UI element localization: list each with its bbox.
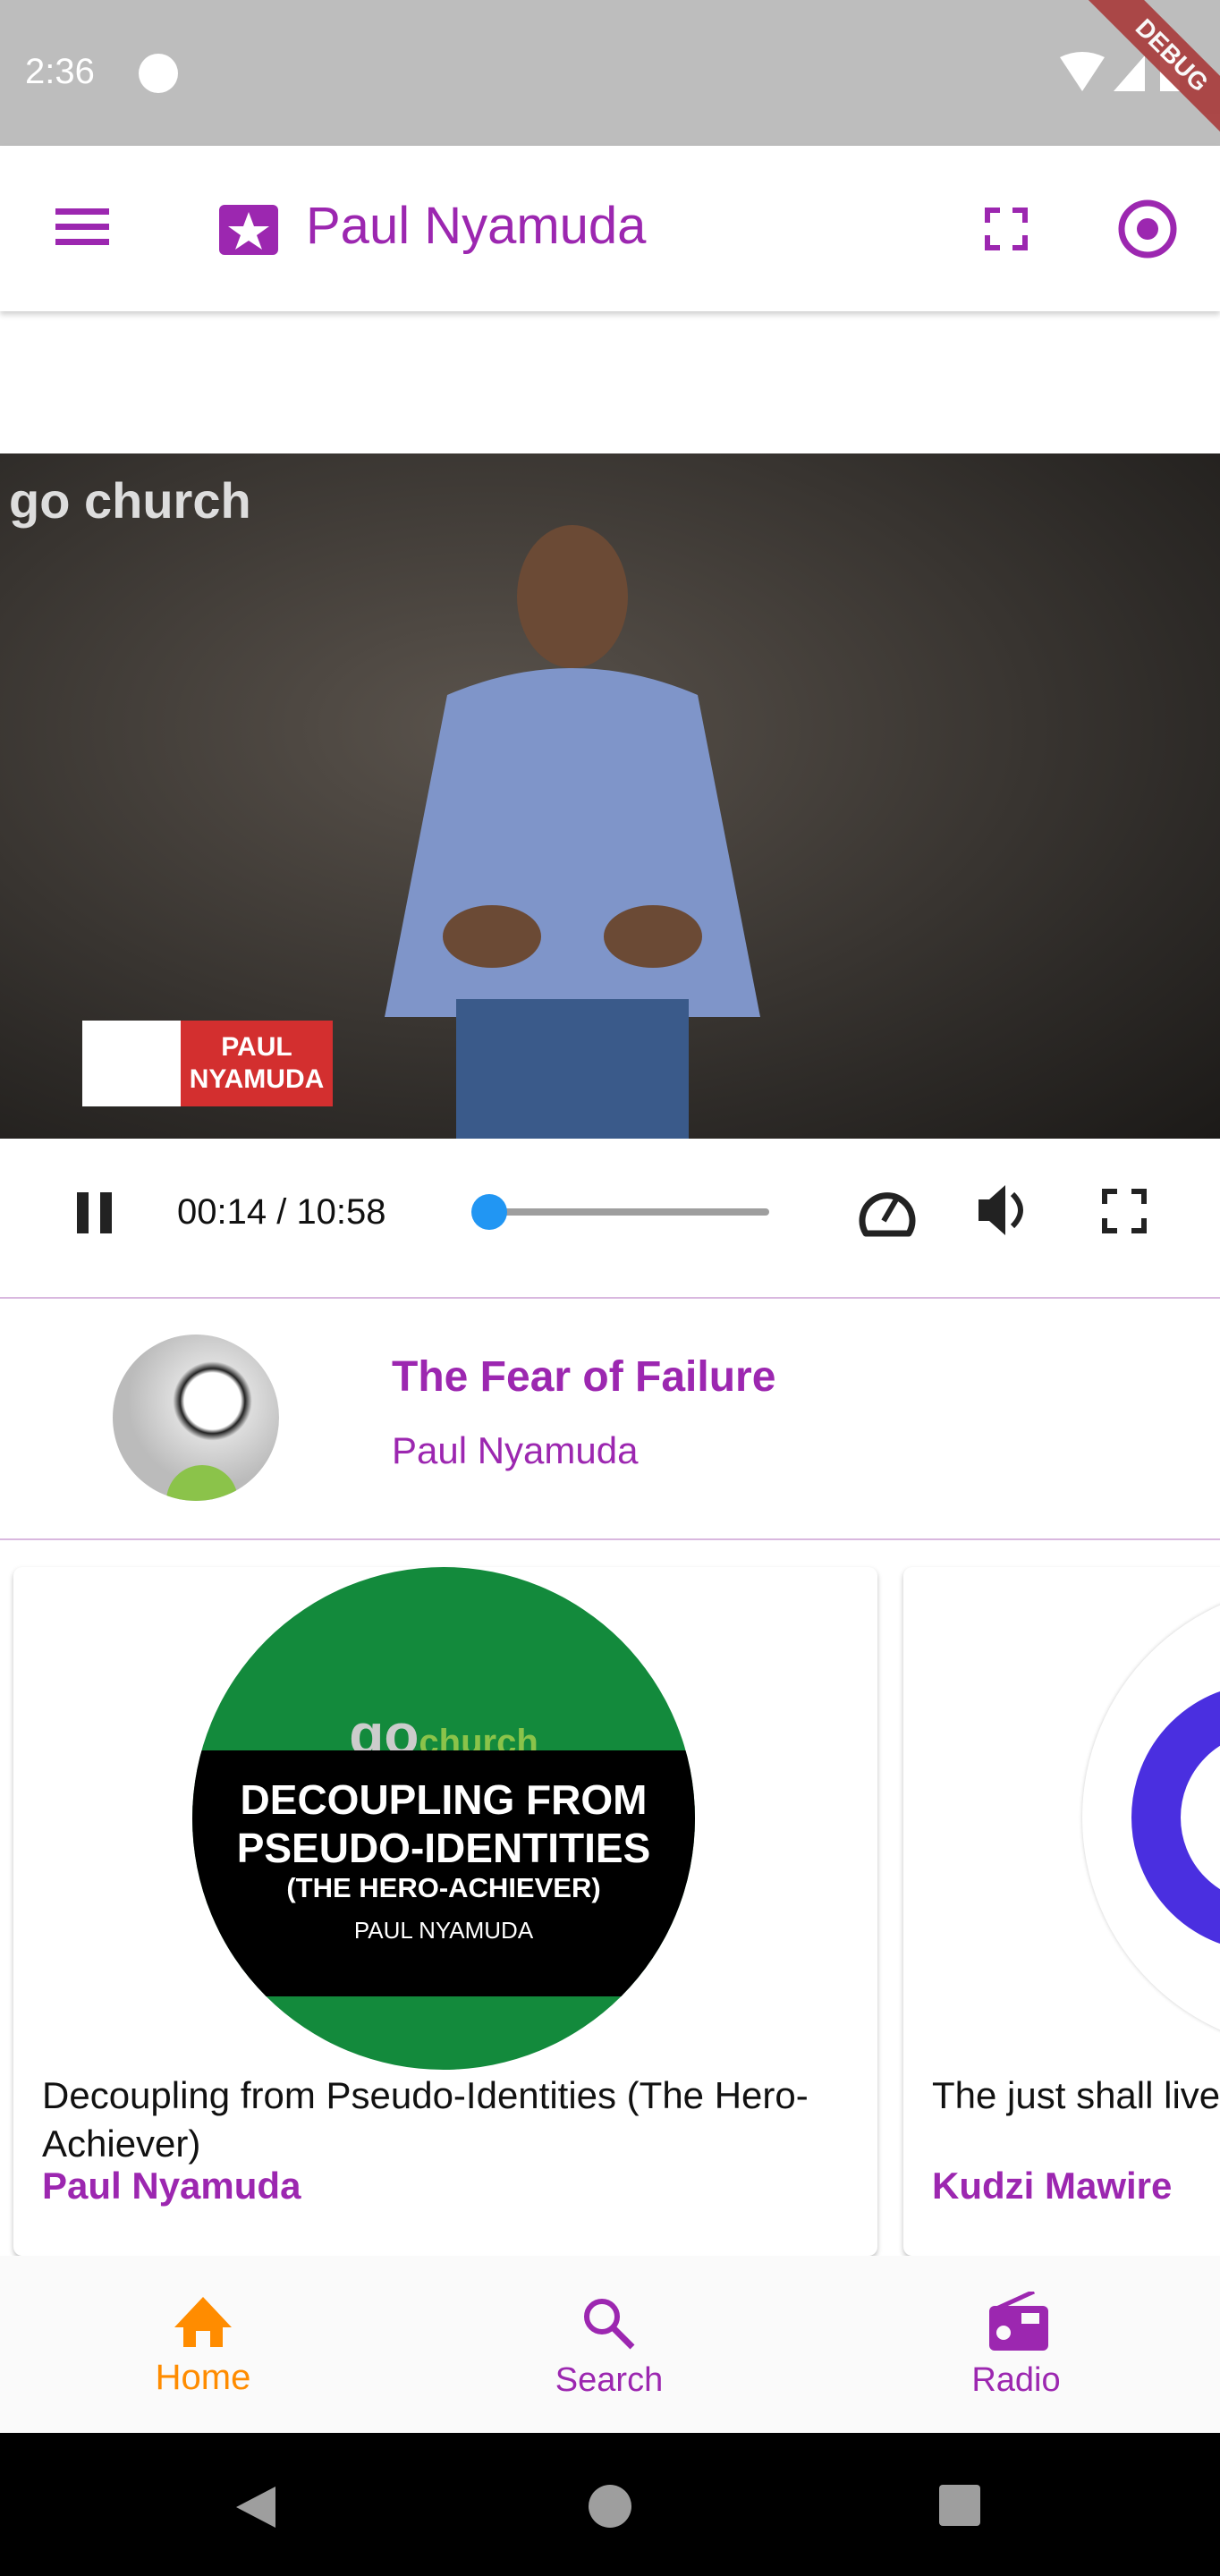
divider (0, 1538, 1220, 1540)
lower-third: PAUL NYAMUDA (82, 1021, 333, 1106)
nav-home[interactable]: Home (69, 2256, 337, 2433)
back-icon[interactable] (233, 2485, 277, 2529)
bottom-navigation: Home Search Radio (0, 2256, 1220, 2433)
seek-handle[interactable] (470, 1194, 507, 1230)
pause-icon[interactable] (75, 1192, 114, 1235)
now-playing-artist: Paul Nyamuda (392, 1429, 639, 1471)
speaker-figure (385, 525, 760, 1139)
nav-search[interactable]: Search (475, 2256, 743, 2433)
episode-title: Decoupling from Pseudo-Identities (The H… (42, 2074, 809, 2165)
home-system-icon[interactable] (589, 2485, 631, 2528)
status-bar: 2:36 DEBUG (0, 0, 1220, 165)
video-player[interactable]: go church PAUL NYAMUDA (0, 453, 1220, 1139)
fullscreen-icon[interactable] (984, 207, 1029, 251)
radio-icon (989, 2292, 1048, 2351)
record-icon[interactable] (1116, 198, 1179, 260)
now-playing[interactable]: The Fear of Failure Paul Nyamuda (0, 1299, 1220, 1538)
app-bar: Paul Nyamuda (0, 146, 1220, 311)
nav-radio[interactable]: Radio (882, 2256, 1150, 2433)
episode-title: The just shall live by faith Fear or fai… (932, 2074, 1220, 2116)
star-badge-icon (219, 205, 278, 255)
video-watermark-logo: go church (9, 472, 251, 529)
playback-speed-icon[interactable] (857, 1185, 918, 1239)
episode-artist: Paul Nyamuda (42, 2165, 301, 2207)
episode-artwork: gochurch DECOUPLING FROM PSEUDO-IDENTITI… (192, 1567, 695, 2070)
episode-card[interactable]: The just shall live by faith Fear or fai… (903, 1567, 1220, 2256)
app-title: Paul Nyamuda (306, 197, 647, 255)
now-playing-artwork (113, 1335, 279, 1501)
player-fullscreen-icon[interactable] (1102, 1189, 1147, 1233)
episode-card[interactable]: gochurch DECOUPLING FROM PSEUDO-IDENTITI… (13, 1567, 877, 2256)
episode-artwork (1082, 1585, 1220, 2050)
notification-icon (139, 54, 178, 93)
time-display: 00:14 / 10:58 (177, 1192, 386, 1232)
seek-bar[interactable] (470, 1194, 769, 1230)
volume-icon[interactable] (977, 1182, 1032, 1239)
status-time: 2:36 (25, 52, 95, 91)
search-icon (584, 2299, 635, 2350)
player-controls: 00:14 / 10:58 (0, 1139, 1220, 1297)
system-navigation-bar (0, 2433, 1220, 2576)
menu-icon[interactable] (55, 208, 111, 246)
home-icon (174, 2297, 232, 2347)
now-playing-title: The Fear of Failure (392, 1353, 776, 1401)
recents-icon[interactable] (939, 2485, 980, 2526)
episode-artist: Kudzi Mawire (932, 2165, 1173, 2207)
